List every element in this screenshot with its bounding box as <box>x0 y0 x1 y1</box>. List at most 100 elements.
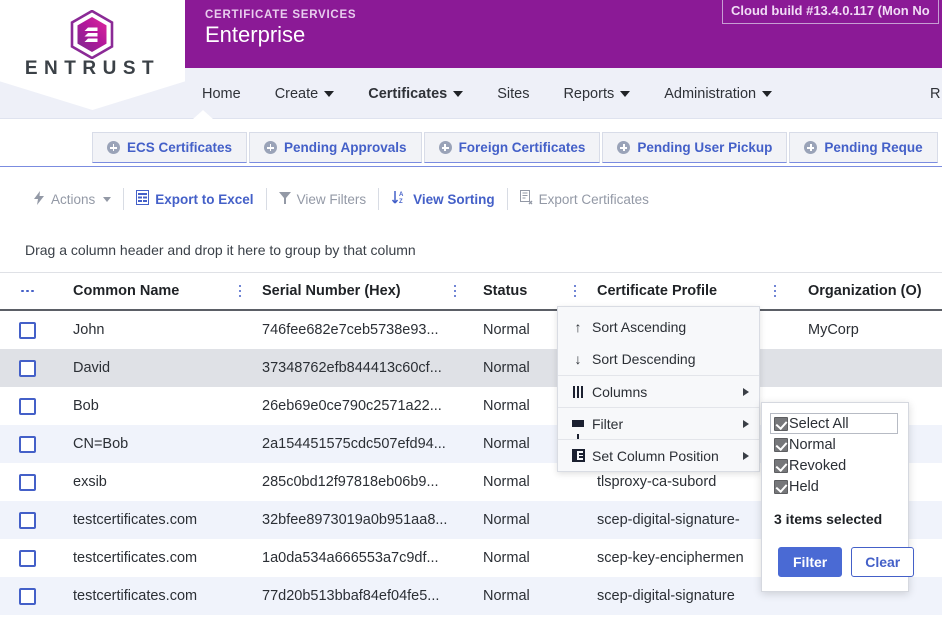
tab-ecs-certificates[interactable]: ECS Certificates <box>92 132 248 163</box>
column-header-status[interactable]: Status <box>470 272 590 310</box>
row-checkbox-cell <box>0 549 55 567</box>
filter-option-held[interactable]: Held <box>774 476 896 497</box>
cell-certificate-profile: scep-key-enciphermen <box>597 550 744 566</box>
cell-serial-number: 285c0bd12f97818eb06b9... <box>262 474 439 490</box>
group-by-dropzone[interactable]: Drag a column header and drop it here to… <box>0 228 942 273</box>
cloud-build-badge: Cloud build #13.4.0.117 (Mon No <box>722 0 939 24</box>
nav-item-certificates[interactable]: Certificates <box>351 68 480 119</box>
plus-circle-icon <box>617 141 631 154</box>
cell-common-name: CN=Bob <box>73 436 129 452</box>
cell-serial-number: 26eb69e0ce790c2571a22... <box>262 398 442 414</box>
menu-item-label: Set Column Position <box>592 447 719 464</box>
cell-status: Normal <box>483 588 530 604</box>
chevron-right-icon <box>743 451 749 460</box>
column-header-label: Common Name <box>73 283 180 299</box>
tab-foreign-certificates[interactable]: Foreign Certificates <box>423 132 601 163</box>
cell-serial-number: 1a0da534a666553a7c9df... <box>262 550 439 566</box>
cell-serial-number: 77d20b513bbaf84ef04fe5... <box>262 588 440 604</box>
filter-clear-button[interactable]: Clear <box>851 547 915 577</box>
menu-item-label: Sort Descending <box>592 351 696 367</box>
row-checkbox[interactable] <box>19 549 36 567</box>
nav-item-create[interactable]: Create <box>258 68 352 119</box>
chevron-down-icon <box>324 90 335 97</box>
tab-pending-approvals[interactable]: Pending Approvals <box>249 132 422 163</box>
grid-row-menu-button[interactable] <box>0 272 55 310</box>
filter-option-normal[interactable]: Normal <box>774 434 896 455</box>
kebab-menu-icon[interactable] <box>233 284 247 298</box>
nav-items: Home Create Certificates Sites Reports A… <box>185 68 789 119</box>
row-checkbox[interactable] <box>19 435 36 453</box>
menu-item-label: Filter <box>592 415 624 432</box>
filter-option-select-all[interactable]: Select All <box>770 413 898 434</box>
export-certificates-label: Export Certificates <box>538 191 649 207</box>
excel-file-icon <box>136 190 150 208</box>
arrow-down-icon: ↓ <box>574 351 582 367</box>
chevron-right-icon <box>743 419 749 428</box>
tab-pending-user-pickup[interactable]: Pending User Pickup <box>602 132 788 163</box>
row-checkbox[interactable] <box>19 359 36 377</box>
column-header-label: Certificate Profile <box>597 283 718 299</box>
cell-common-name: testcertificates.com <box>73 550 198 566</box>
plus-circle-icon <box>107 141 120 154</box>
column-header-label: Status <box>483 283 528 299</box>
nav-item-administration[interactable]: Administration <box>647 68 789 119</box>
table-row[interactable]: John 746fee682e7ceb5738e93... Normal MyC… <box>0 311 942 349</box>
cell-common-name: John <box>73 322 105 338</box>
checkbox-checked-icon[interactable] <box>774 479 788 494</box>
cell-certificate-profile: scep-digital-signature <box>597 588 735 604</box>
menu-item-sort-descending[interactable]: ↓ Sort Descending <box>558 343 759 375</box>
column-header-certificate-profile[interactable]: Certificate Profile <box>590 272 790 310</box>
selected-count-text: 3 items selected <box>774 511 883 527</box>
svg-text:A: A <box>399 192 404 198</box>
nav-item-partial[interactable]: R <box>930 68 942 119</box>
tab-label: Foreign Certificates <box>458 140 586 155</box>
filter-option-revoked[interactable]: Revoked <box>774 455 896 476</box>
menu-item-set-column-position[interactable]: Set Column Position <box>558 439 759 471</box>
ellipsis-horizontal-icon[interactable] <box>21 289 34 293</box>
column-header-organization[interactable]: Organization (O) <box>790 272 942 310</box>
export-to-excel-button[interactable]: Export to Excel <box>124 186 265 212</box>
export-certificates-button[interactable]: Export Certificates <box>508 186 661 212</box>
column-header-serial-number[interactable]: Serial Number (Hex) <box>255 272 470 310</box>
cell-common-name: David <box>73 360 111 376</box>
menu-item-filter[interactable]: Filter <box>558 407 759 439</box>
kebab-menu-icon-status[interactable] <box>568 284 582 298</box>
column-header-common-name[interactable]: Common Name <box>55 272 255 310</box>
view-filters-button[interactable]: View Filters <box>267 186 379 212</box>
checkbox-checked-icon[interactable] <box>774 437 788 452</box>
tab-label: ECS Certificates <box>127 140 233 155</box>
kebab-menu-icon[interactable] <box>768 284 782 298</box>
tab-pending-requests[interactable]: Pending Reque <box>789 132 938 163</box>
tabs-container: ECS Certificates Pending Approvals Forei… <box>92 132 940 163</box>
funnel-icon <box>568 420 588 439</box>
certificate-export-icon <box>519 190 533 208</box>
row-checkbox[interactable] <box>19 473 36 491</box>
table-row[interactable]: David 37348762efb844413c60cf... Normal <box>0 349 942 387</box>
cell-status: Normal <box>483 474 530 490</box>
row-checkbox-cell <box>0 511 55 529</box>
column-header-label: Serial Number (Hex) <box>262 283 401 299</box>
row-checkbox[interactable] <box>19 511 36 529</box>
tab-label: Pending User Pickup <box>637 140 773 155</box>
view-sorting-button[interactable]: A Z View Sorting <box>379 186 507 212</box>
menu-item-sort-ascending[interactable]: ↑ Sort Ascending <box>558 311 759 343</box>
page-title: Enterprise <box>205 22 306 47</box>
entrust-hexagon-logo-icon <box>70 9 114 60</box>
row-checkbox[interactable] <box>19 587 36 605</box>
tab-label: Pending Reque <box>824 140 923 155</box>
actions-button[interactable]: Actions <box>22 186 123 212</box>
filter-apply-button[interactable]: Filter <box>778 547 843 577</box>
checkbox-checked-icon[interactable] <box>774 458 788 473</box>
column-header-label: Organization (O) <box>808 283 922 299</box>
nav-item-sites[interactable]: Sites <box>480 68 546 119</box>
filter-panel-buttons: Filter Clear <box>778 547 915 577</box>
kebab-menu-icon[interactable] <box>448 284 462 298</box>
nav-item-reports[interactable]: Reports <box>546 68 647 119</box>
nav-item-label: Reports <box>563 85 615 102</box>
row-checkbox[interactable] <box>19 397 36 415</box>
menu-item-columns[interactable]: Columns <box>558 375 759 407</box>
cell-status: Normal <box>483 512 530 528</box>
row-checkbox[interactable] <box>19 321 36 339</box>
cell-serial-number: 2a154451575cdc507efd94... <box>262 436 446 452</box>
checkbox-checked-icon[interactable] <box>774 416 788 431</box>
